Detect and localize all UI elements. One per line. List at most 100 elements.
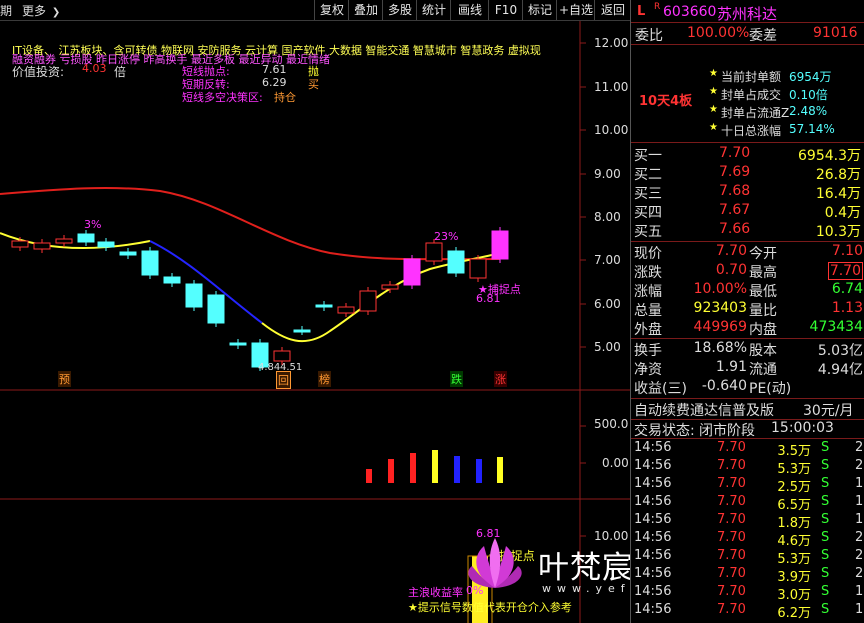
lotus-logo (468, 538, 522, 588)
quote-value: 923403 (693, 300, 747, 316)
candle-body (359, 290, 377, 312)
volume-bar (388, 459, 394, 483)
back-button[interactable]: 返回 (594, 0, 631, 20)
bid-row[interactable]: 买五 7.66 10.3万 (631, 221, 864, 240)
tick-price: 7.70 (717, 440, 746, 455)
bid-row[interactable]: 买二 7.69 26.8万 (631, 164, 864, 183)
tick-count: 1 (855, 494, 864, 509)
candle-body (381, 284, 399, 290)
candle-body (403, 258, 421, 286)
kline-chart-area[interactable]: 12.00 11.00 10.00 9.00 8.00 7.00 6.00 5.… (0, 21, 630, 623)
more-label: 更多 (22, 4, 47, 18)
moving-average-lines (0, 187, 501, 343)
tick-volume: 3.0万 (777, 588, 811, 603)
weibi-value: 100.00% (687, 25, 750, 41)
quote-value: 6.74 (831, 281, 863, 297)
marker-hui: 回 (276, 371, 291, 389)
rzrq-badge: R (654, 2, 661, 12)
bid-row[interactable]: 买一 7.70 6954.3万 (631, 145, 864, 164)
board-item: ★ 封单占流通Z 2.48% (631, 104, 864, 121)
volume-bar (476, 459, 482, 483)
short-rebound-tag: 买 (308, 78, 319, 91)
finance-value: -0.640 (701, 378, 747, 394)
quote-label: 最高 (749, 265, 777, 281)
quote-value: 473434 (809, 319, 863, 335)
tick-volume: 2.5万 (777, 480, 811, 495)
quote-row: 现价 7.70 今开 7.10 (631, 243, 864, 262)
catch-point-value: 6.81 (476, 292, 501, 305)
quote-row: 外盘 449969 内盘 473434 (631, 319, 864, 338)
tick-time: 14:56 (634, 584, 672, 599)
tick-time: 14:56 (634, 512, 672, 527)
price-tick-label: 9.00 (594, 167, 621, 181)
stats-button[interactable]: 统计 (416, 0, 451, 20)
tick-side: S (821, 458, 830, 473)
volume-tick-label: 0.00 (602, 456, 629, 470)
price-tick-label: 11.00 (594, 80, 629, 94)
tick-time: 14:56 (634, 602, 672, 617)
quote-label: 涨跌 (634, 265, 662, 281)
price-tick-label: 6.00 (594, 297, 621, 311)
bid-label: 买二 (634, 167, 662, 183)
tick-side: S (821, 440, 830, 455)
board-item: ★ 十日总涨幅 57.14% (631, 122, 864, 139)
tick-row: 14:56 7.70 6.5万 S 1 (631, 494, 864, 513)
stock-name[interactable]: 苏州科达 (717, 3, 777, 24)
mark-button[interactable]: 标记 (522, 0, 557, 20)
overlay-button[interactable]: 叠加 (348, 0, 383, 20)
trade-status-time: 15:00:03 (771, 420, 834, 436)
tick-row: 14:56 7.70 2.5万 S 1 (631, 476, 864, 495)
tick-price: 7.70 (717, 494, 746, 509)
tick-price: 7.70 (717, 602, 746, 617)
quote-label: 今开 (749, 246, 777, 262)
fuquan-button[interactable]: 复权 (314, 0, 349, 20)
tick-count: 2 (855, 458, 864, 473)
tick-volume: 5.3万 (777, 552, 811, 567)
quote-value: 7.70 (827, 262, 863, 280)
tick-price: 7.70 (717, 458, 746, 473)
tick-side: S (821, 530, 830, 545)
tick-time: 14:56 (634, 494, 672, 509)
star-icon: ★ (709, 68, 718, 79)
kline-chart-svg[interactable] (0, 21, 630, 623)
quote-value: 449969 (693, 319, 747, 335)
tick-price: 7.70 (717, 512, 746, 527)
draw-line-button[interactable]: 画线 (450, 0, 489, 20)
volume-bar (432, 450, 438, 483)
decision-zone-label: 短线多空决策区: (182, 91, 263, 104)
quote-value: 0.70 (715, 262, 747, 278)
price-tick-label: 5.00 (594, 340, 621, 354)
candle-body (293, 329, 311, 333)
more-button[interactable]: 更多 ❯ (22, 2, 60, 19)
short-rebound-value: 6.29 (262, 76, 287, 89)
weicha-label: 委差 (749, 28, 777, 44)
period-label[interactable]: 期 (0, 2, 12, 19)
tick-count: 1 (855, 584, 864, 599)
trade-status-row: 交易状态: 闭市阶段 15:00:03 (631, 420, 864, 439)
ad-banner[interactable]: 自动续费通达信普及版 30元/月 (631, 400, 864, 419)
tick-side: S (821, 476, 830, 491)
tick-price: 7.70 (717, 548, 746, 563)
quote-value: 7.70 (715, 243, 747, 259)
bid-row[interactable]: 买三 7.68 16.4万 (631, 183, 864, 202)
quote-label: 现价 (634, 246, 662, 262)
board-item: ★ 当前封单额 6954万 (631, 68, 864, 85)
candle-body (77, 233, 95, 243)
add-watchlist-button[interactable]: +自选 (556, 0, 595, 20)
quote-row: 涨跌 0.70 最高 7.70 (631, 262, 864, 281)
price-tick-label: 7.00 (594, 253, 621, 267)
f10-button[interactable]: F10 (488, 0, 523, 20)
finance-label: 净资 (634, 362, 662, 378)
quote-label: 外盘 (634, 322, 662, 338)
candle-body (315, 304, 333, 308)
quote-row: 总量 923403 量比 1.13 (631, 300, 864, 319)
quote-value: 10.00% (693, 281, 747, 297)
ad-price: 30元/月 (803, 403, 854, 419)
bid-volume: 0.4万 (824, 205, 861, 221)
tick-side: S (821, 602, 830, 617)
level-badge: L (637, 4, 646, 19)
bid-row[interactable]: 买四 7.67 0.4万 (631, 202, 864, 221)
multi-stock-button[interactable]: 多股 (382, 0, 417, 20)
board-item-value: 6954万 (789, 70, 832, 84)
volume-bars (366, 450, 503, 483)
